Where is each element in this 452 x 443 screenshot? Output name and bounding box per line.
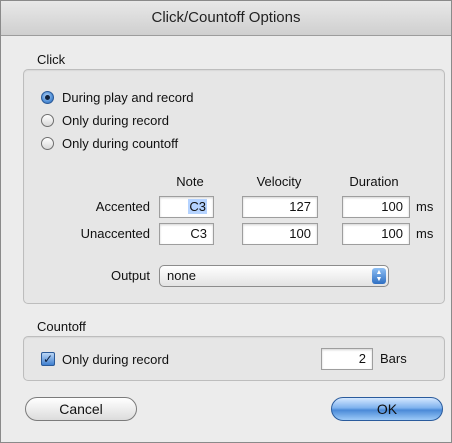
output-select[interactable]: none ▲ ▼ xyxy=(159,265,389,287)
countoff-bars-unit: Bars xyxy=(380,351,407,366)
output-label: Output xyxy=(110,268,150,283)
title-bar[interactable]: Click/Countoff Options xyxy=(1,1,451,36)
checkmark-icon[interactable]: ✓ xyxy=(41,352,55,366)
radio-label: Only during countoff xyxy=(62,135,179,151)
radio-during-play-and-record[interactable]: During play and record xyxy=(41,88,194,106)
ok-button[interactable]: OK xyxy=(331,397,443,421)
checkbox-label: Only during record xyxy=(62,351,169,367)
click-group-box: During play and record Only during recor… xyxy=(23,69,445,304)
cancel-button[interactable]: Cancel xyxy=(25,397,137,421)
radio-only-during-record[interactable]: Only during record xyxy=(41,111,169,129)
radio-label: During play and record xyxy=(62,89,194,105)
accented-duration-unit: ms xyxy=(416,199,434,214)
countoff-group-box: ✓ Only during record 2 Bars xyxy=(23,336,445,381)
accented-note-value: C3 xyxy=(188,199,207,214)
dialog-title: Click/Countoff Options xyxy=(151,9,301,26)
countoff-only-during-record-checkbox[interactable]: ✓ Only during record xyxy=(41,350,169,368)
click-group-label: Click xyxy=(37,52,66,67)
countoff-group-label: Countoff xyxy=(37,319,86,334)
accented-duration-field[interactable]: 100 xyxy=(342,196,410,218)
unaccented-duration-field[interactable]: 100 xyxy=(342,223,410,245)
radio-selected-icon[interactable] xyxy=(41,90,54,104)
column-header-note: Note xyxy=(176,174,204,189)
popup-arrows-icon: ▲ ▼ xyxy=(372,268,386,284)
column-header-duration: Duration xyxy=(349,174,399,189)
row-label-unaccented: Unaccented xyxy=(80,226,150,241)
accented-note-field[interactable]: C3 xyxy=(159,196,214,218)
column-header-velocity: Velocity xyxy=(256,174,302,189)
dialog-window: Click/Countoff Options Click During play… xyxy=(0,0,452,443)
unaccented-duration-unit: ms xyxy=(416,226,434,241)
row-label-accented: Accented xyxy=(95,199,150,214)
unaccented-note-field[interactable]: C3 xyxy=(159,223,214,245)
accented-velocity-field[interactable]: 127 xyxy=(242,196,318,218)
output-selected-value: none xyxy=(167,268,196,283)
radio-only-during-countoff[interactable]: Only during countoff xyxy=(41,134,178,152)
unaccented-velocity-field[interactable]: 100 xyxy=(242,223,318,245)
radio-unselected-icon[interactable] xyxy=(41,136,54,150)
countoff-bars-field[interactable]: 2 xyxy=(321,348,373,370)
radio-unselected-icon[interactable] xyxy=(41,113,54,127)
radio-label: Only during record xyxy=(62,112,169,128)
